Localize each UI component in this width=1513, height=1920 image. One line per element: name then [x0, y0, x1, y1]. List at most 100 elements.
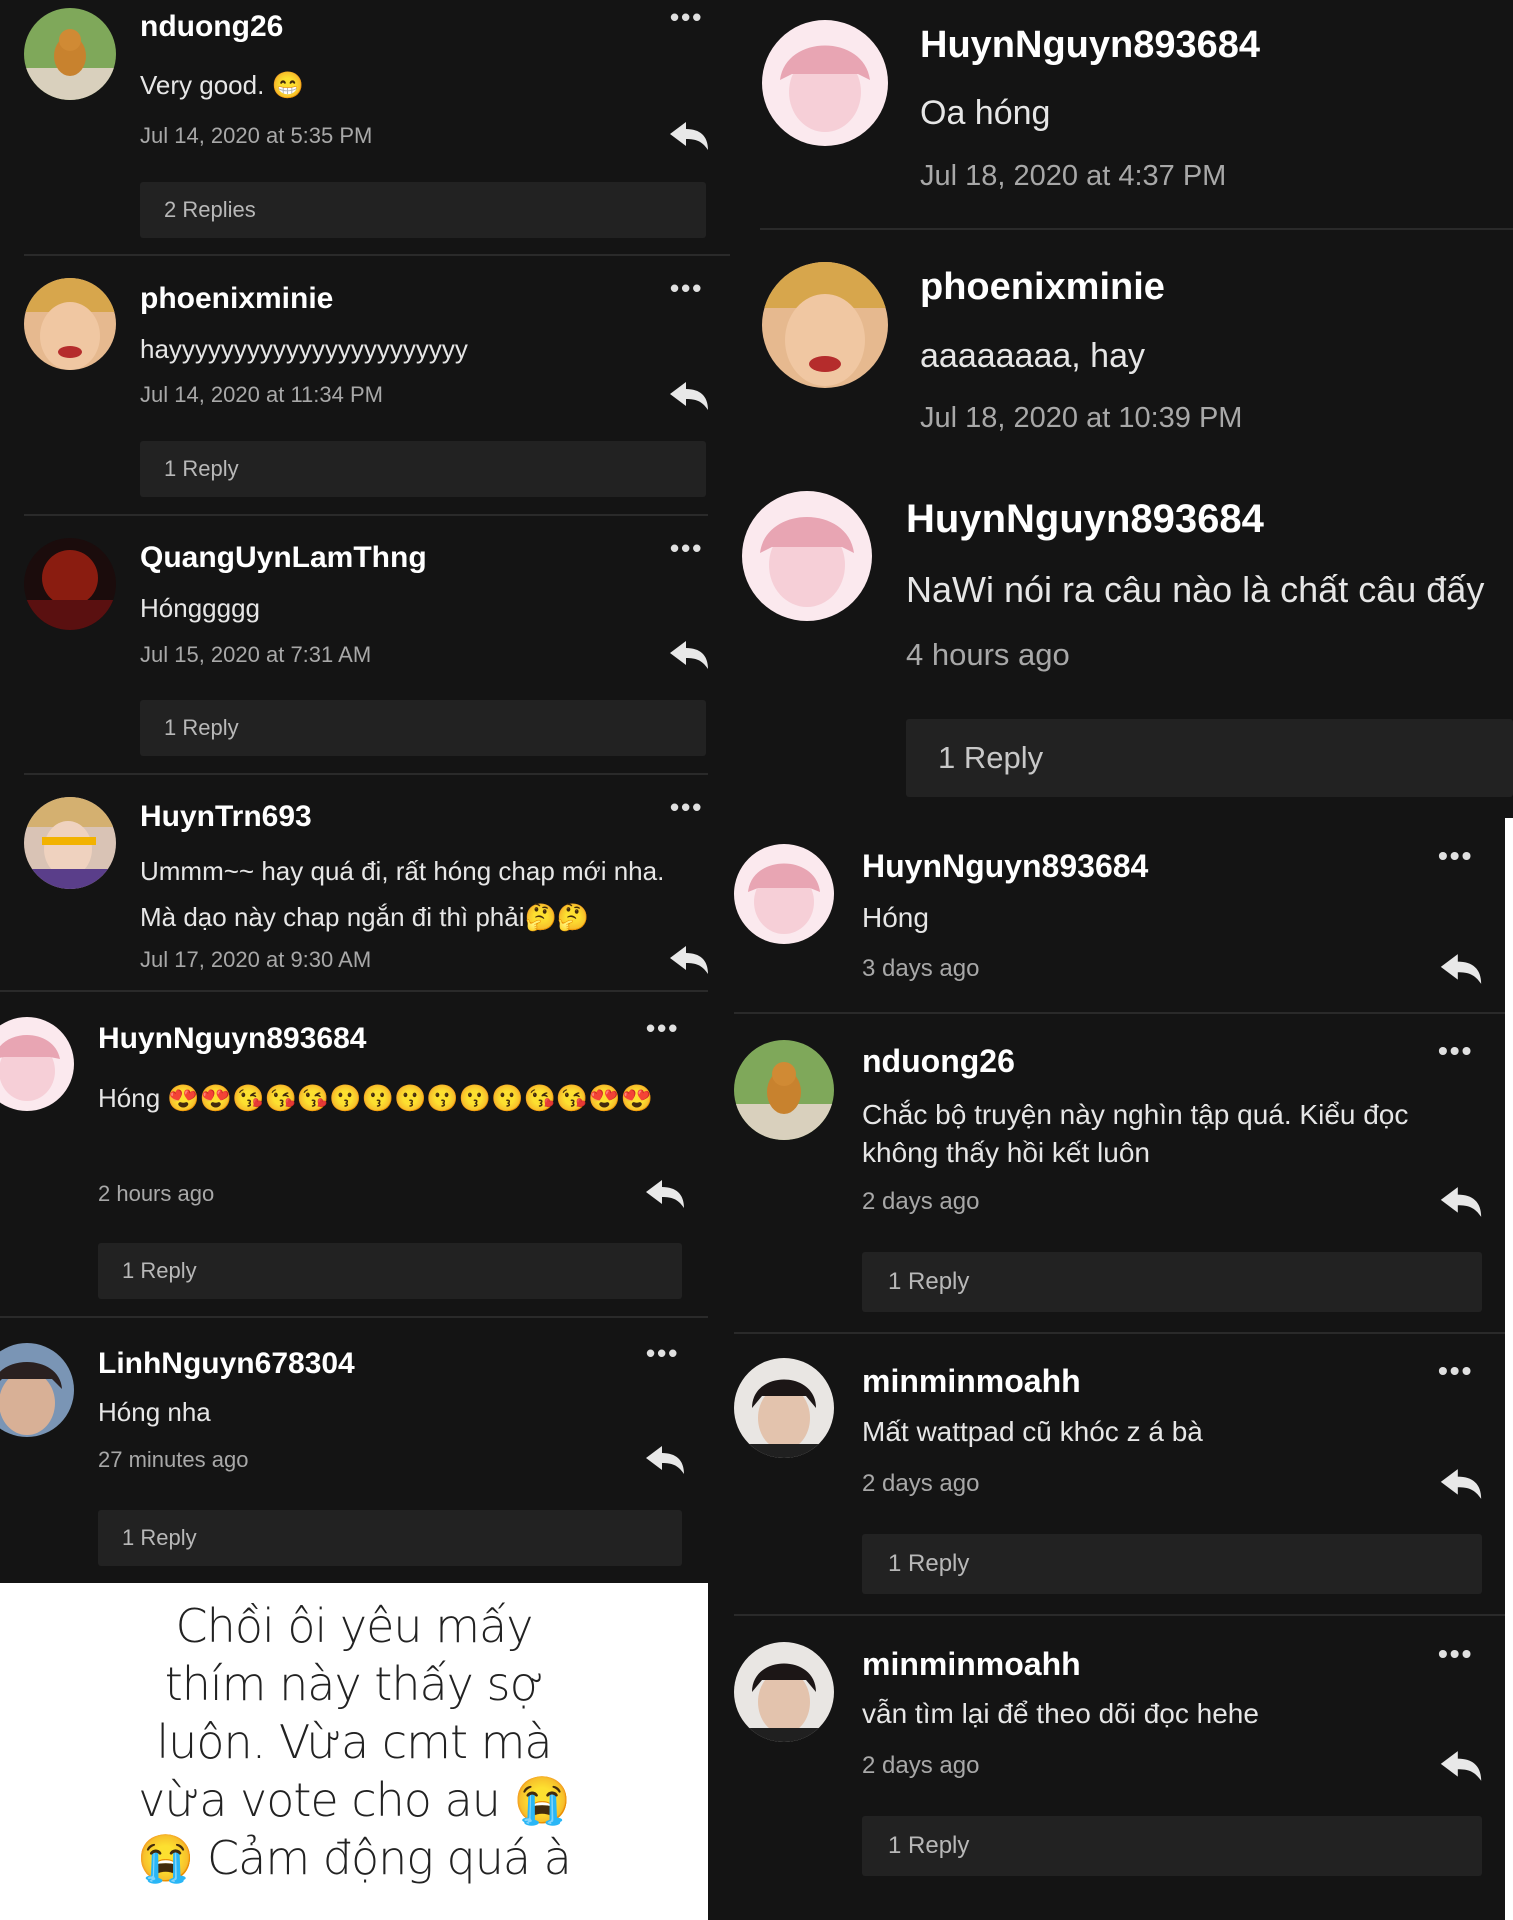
comment-author[interactable]: phoenixminie: [140, 282, 333, 316]
comment-timestamp: 2 days ago: [862, 1470, 980, 1497]
caption-line: luôn. Vừa cmt mà: [156, 1715, 552, 1769]
comment-text: Hóng nha: [98, 1397, 211, 1427]
more-dots-icon[interactable]: •••: [1438, 1638, 1473, 1670]
divider: [0, 990, 730, 992]
comment-author[interactable]: HuynNguyn893684: [862, 848, 1148, 885]
more-dots-icon[interactable]: •••: [670, 2, 703, 33]
replies-count: 2 Replies: [164, 197, 256, 222]
avatar[interactable]: [24, 8, 116, 100]
avatar[interactable]: [24, 797, 116, 889]
replies-count: 1 Reply: [888, 1268, 970, 1295]
divider: [760, 228, 1513, 230]
comment-timestamp: Jul 17, 2020 at 9:30 AM: [140, 947, 372, 972]
comment-text: hayyyyyyyyyyyyyyyyyyyyyyy: [140, 334, 468, 364]
comment-timestamp: 27 minutes ago: [98, 1447, 249, 1472]
comment-text: Hóng 😍😍😘😘😘😗😗😗😗😗😗😘😘😍😍: [98, 1083, 653, 1113]
reply-arrow-icon[interactable]: [1438, 1467, 1484, 1501]
comment-timestamp: Jul 18, 2020 at 4:37 PM: [920, 160, 1227, 192]
view-replies-button[interactable]: 1 Reply: [140, 441, 706, 497]
more-dots-icon[interactable]: •••: [670, 792, 703, 823]
caption-line: 😭 Cảm động quá à: [137, 1831, 572, 1885]
comment-author[interactable]: nduong26: [140, 10, 283, 44]
replies-count: 1 Reply: [888, 1550, 970, 1577]
divider: [734, 1012, 1505, 1014]
more-dots-icon[interactable]: •••: [1438, 840, 1473, 872]
view-replies-button[interactable]: 1 Reply: [862, 1252, 1482, 1312]
caption-text: Chồi ôi yêu mấy thím này thấy sợ luôn. V…: [0, 1583, 708, 1920]
more-dots-icon[interactable]: •••: [670, 533, 703, 564]
avatar[interactable]: [762, 262, 888, 388]
divider: [24, 254, 730, 256]
view-replies-button[interactable]: 1 Reply: [98, 1510, 682, 1566]
comment-author[interactable]: minminmoahh: [862, 1363, 1081, 1400]
reply-arrow-icon[interactable]: [668, 380, 710, 412]
view-replies-button[interactable]: 2 Replies: [140, 182, 706, 238]
comment-timestamp: 2 days ago: [862, 1188, 980, 1215]
avatar[interactable]: [762, 20, 888, 146]
caption-line: thím này thấy sợ: [164, 1657, 545, 1711]
avatar[interactable]: [734, 1040, 834, 1140]
reply-arrow-icon[interactable]: [668, 639, 710, 671]
view-replies-button[interactable]: 1 Reply: [906, 719, 1513, 797]
caption-line: Chồi ôi yêu mấy: [175, 1599, 534, 1653]
replies-count: 1 Reply: [164, 715, 239, 740]
view-replies-button[interactable]: 1 Reply: [98, 1243, 682, 1299]
top-right-comments-panel: HuynNguyn893684 Oa hóng Jul 18, 2020 at …: [730, 0, 1513, 457]
comment-text: NaWi nói ra câu nào là chất câu đấy: [906, 569, 1485, 610]
replies-count: 1 Reply: [122, 1525, 197, 1550]
comment-timestamp: 3 days ago: [862, 955, 980, 982]
comment-author[interactable]: HuynNguyn893684: [920, 24, 1260, 67]
avatar[interactable]: [24, 538, 116, 630]
divider: [24, 773, 730, 775]
comment-timestamp: 2 hours ago: [98, 1181, 215, 1206]
comment-timestamp: Jul 14, 2020 at 5:35 PM: [140, 123, 373, 148]
avatar[interactable]: [734, 1642, 834, 1742]
view-replies-button[interactable]: 1 Reply: [140, 700, 706, 756]
avatar[interactable]: [742, 491, 872, 621]
view-replies-button[interactable]: 1 Reply: [862, 1816, 1482, 1876]
avatar[interactable]: [734, 844, 834, 944]
comment-timestamp: 4 hours ago: [906, 637, 1070, 672]
comment-text: aaaaaaaa, hay: [920, 337, 1145, 375]
divider: [734, 1614, 1505, 1616]
comment-timestamp: Jul 14, 2020 at 11:34 PM: [140, 382, 383, 407]
reply-arrow-icon[interactable]: [1438, 1749, 1484, 1783]
comment-text: Chắc bộ truyện này nghìn tập quá. Kiểu đ…: [862, 1099, 1409, 1168]
divider: [0, 1316, 708, 1318]
more-dots-icon[interactable]: •••: [646, 1338, 679, 1369]
comment-timestamp: 2 days ago: [862, 1752, 980, 1779]
comment-author[interactable]: phoenixminie: [920, 266, 1165, 309]
more-dots-icon[interactable]: •••: [646, 1013, 679, 1044]
comment-text: Ummm~~ hay quá đi, rất hóng chap mới nha…: [140, 856, 665, 932]
reply-arrow-icon[interactable]: [644, 1178, 686, 1210]
comment-author[interactable]: HuynNguyn893684: [906, 497, 1264, 542]
comment-text: Hónggggg: [140, 593, 260, 623]
reply-arrow-icon[interactable]: [668, 944, 710, 976]
avatar[interactable]: [0, 1017, 74, 1111]
reply-arrow-icon[interactable]: [644, 1444, 686, 1476]
reply-arrow-icon[interactable]: [1438, 1185, 1484, 1219]
comment-author[interactable]: LinhNguyn678304: [98, 1347, 355, 1381]
comment-author[interactable]: minminmoahh: [862, 1646, 1081, 1683]
comment-text: Hóng: [862, 902, 929, 933]
reply-arrow-icon[interactable]: [1438, 952, 1484, 986]
bottom-right-comments-panel: HuynNguyn893684 ••• Hóng 3 days ago nduo…: [708, 818, 1505, 1920]
replies-count: 1 Reply: [122, 1258, 197, 1283]
replies-count: 1 Reply: [888, 1832, 970, 1859]
caption-line: vừa vote cho au 😭: [138, 1773, 571, 1827]
comment-author[interactable]: HuynTrn693: [140, 800, 312, 834]
comment-author[interactable]: QuangUynLamThng: [140, 541, 427, 575]
more-dots-icon[interactable]: •••: [670, 273, 703, 304]
comment-text: Oa hóng: [920, 94, 1051, 132]
comment-author[interactable]: nduong26: [862, 1043, 1015, 1080]
comment-author[interactable]: HuynNguyn893684: [98, 1022, 366, 1056]
avatar[interactable]: [734, 1358, 834, 1458]
more-dots-icon[interactable]: •••: [1438, 1355, 1473, 1387]
avatar[interactable]: [0, 1343, 74, 1437]
view-replies-button[interactable]: 1 Reply: [862, 1534, 1482, 1594]
divider: [734, 1332, 1505, 1334]
more-dots-icon[interactable]: •••: [1438, 1035, 1473, 1067]
mid-right-comment-panel: HuynNguyn893684 NaWi nói ra câu nào là c…: [708, 457, 1513, 818]
reply-arrow-icon[interactable]: [668, 120, 710, 152]
avatar[interactable]: [24, 278, 116, 370]
